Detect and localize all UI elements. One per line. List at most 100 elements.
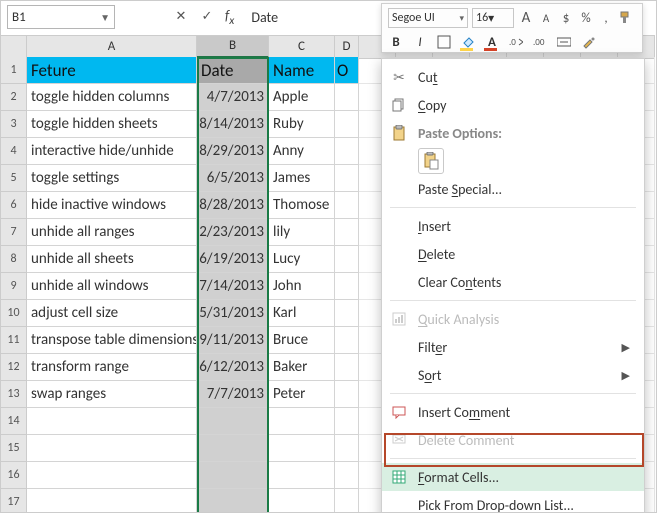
cell[interactable] [27, 462, 197, 489]
fill-color-button[interactable] [460, 34, 476, 50]
cell[interactable] [197, 408, 269, 435]
comma-icon[interactable]: , [598, 10, 614, 26]
cell[interactable] [197, 435, 269, 462]
cell[interactable]: 6/12/2013 [197, 354, 269, 381]
cell[interactable]: interactive hide/unhide [27, 138, 197, 165]
cell[interactable]: swap ranges [27, 381, 197, 408]
cell[interactable]: 8/28/2013 [197, 192, 269, 219]
format-painter-icon[interactable] [618, 10, 634, 26]
ctx-cut[interactable]: ✂ Cut [382, 63, 644, 91]
cell[interactable]: 6/19/2013 [197, 246, 269, 273]
cell[interactable] [197, 489, 269, 513]
accept-formula-icon[interactable]: ✓ [199, 9, 215, 25]
cell[interactable] [335, 219, 359, 246]
ctx-paste-special[interactable]: Paste Special... [382, 175, 644, 203]
cell[interactable]: 8/14/2013 [197, 111, 269, 138]
cell[interactable]: adjust cell size [27, 300, 197, 327]
cell[interactable] [269, 408, 335, 435]
cell[interactable] [335, 138, 359, 165]
row-header[interactable]: 5 [1, 165, 27, 192]
cell[interactable]: transform range [27, 354, 197, 381]
cell[interactable] [335, 246, 359, 273]
cell[interactable]: Karl [269, 300, 335, 327]
row-header[interactable]: 12 [1, 354, 27, 381]
cell[interactable] [335, 435, 359, 462]
increase-font-icon[interactable]: A [518, 10, 534, 26]
cell[interactable] [269, 435, 335, 462]
cell[interactable]: Bruce [269, 327, 335, 354]
font-size-select[interactable]: 16 ▾ [472, 8, 514, 28]
row-header[interactable]: 9 [1, 273, 27, 300]
cell[interactable]: unhide all sheets [27, 246, 197, 273]
row-header[interactable]: 2 [1, 84, 27, 111]
paste-default-button[interactable] [418, 148, 444, 174]
currency-icon[interactable]: $ [558, 10, 574, 26]
merge-center-icon[interactable] [556, 34, 572, 50]
cell[interactable] [27, 408, 197, 435]
cell[interactable] [335, 408, 359, 435]
cell[interactable]: toggle hidden columns [27, 84, 197, 111]
ctx-format-cells[interactable]: Format Cells... [382, 463, 644, 491]
cell[interactable] [197, 462, 269, 489]
ctx-copy[interactable]: Copy [382, 91, 644, 119]
cell[interactable]: Ruby [269, 111, 335, 138]
col-header-a[interactable]: A [27, 36, 197, 58]
cell[interactable]: hide inactive windows [27, 192, 197, 219]
cell[interactable] [335, 462, 359, 489]
cell[interactable] [335, 381, 359, 408]
ctx-pick-from-list[interactable]: Pick From Drop-down List... [382, 491, 644, 513]
row-header[interactable]: 14 [1, 408, 27, 435]
row-header[interactable]: 8 [1, 246, 27, 273]
cell[interactable]: John [269, 273, 335, 300]
border-button[interactable] [436, 34, 452, 50]
chevron-down-icon[interactable]: ▾ [459, 13, 464, 24]
cell[interactable] [335, 192, 359, 219]
cell[interactable] [335, 489, 359, 513]
cell[interactable]: 9/11/2013 [197, 327, 269, 354]
cell[interactable] [335, 300, 359, 327]
cell[interactable]: 5/31/2013 [197, 300, 269, 327]
cell[interactable]: transpose table dimensions [27, 327, 197, 354]
cell[interactable]: Thomose [269, 192, 335, 219]
row-header[interactable]: 4 [1, 138, 27, 165]
cell[interactable] [269, 489, 335, 513]
ctx-sort[interactable]: Sort▶ [382, 361, 644, 389]
row-header[interactable]: 1 [1, 57, 27, 84]
chevron-down-icon[interactable]: ▾ [488, 11, 494, 26]
cell[interactable]: 4/7/2013 [197, 84, 269, 111]
cell[interactable]: toggle hidden sheets [27, 111, 197, 138]
decrease-font-icon[interactable]: A [538, 10, 554, 26]
row-header[interactable]: 11 [1, 327, 27, 354]
italic-button[interactable]: I [412, 34, 428, 50]
cell[interactable]: 7/7/2013 [197, 381, 269, 408]
col-header-b[interactable]: B [197, 36, 269, 58]
cell[interactable]: Apple [269, 84, 335, 111]
row-header[interactable]: 3 [1, 111, 27, 138]
name-box[interactable]: B1 ▼ [7, 5, 115, 29]
cell[interactable]: O [335, 57, 359, 84]
cell[interactable] [335, 111, 359, 138]
bold-button[interactable]: B [388, 34, 404, 50]
increase-decimal-icon[interactable]: .00 [532, 34, 548, 50]
cell[interactable]: 8/29/2013 [197, 138, 269, 165]
fx-icon[interactable]: fx [225, 7, 234, 28]
cell[interactable]: 6/5/2013 [197, 165, 269, 192]
row-header[interactable]: 17 [1, 489, 27, 513]
cell[interactable]: unhide all windows [27, 273, 197, 300]
row-header[interactable]: 7 [1, 219, 27, 246]
col-header-c[interactable]: C [269, 36, 335, 58]
cell[interactable]: 7/14/2013 [197, 273, 269, 300]
chevron-down-icon[interactable]: ▼ [100, 11, 110, 24]
cell[interactable]: Lucy [269, 246, 335, 273]
row-header[interactable]: 10 [1, 300, 27, 327]
decrease-decimal-icon[interactable]: .0 [508, 34, 524, 50]
cell[interactable] [335, 273, 359, 300]
cell[interactable] [335, 354, 359, 381]
cell[interactable]: Feture [27, 57, 197, 84]
formula-bar-input[interactable]: Date [244, 8, 285, 27]
font-color-button[interactable]: A [484, 34, 500, 50]
cell[interactable]: James [269, 165, 335, 192]
cell[interactable] [27, 489, 197, 513]
cell[interactable]: Name [269, 57, 335, 84]
cell[interactable] [269, 462, 335, 489]
